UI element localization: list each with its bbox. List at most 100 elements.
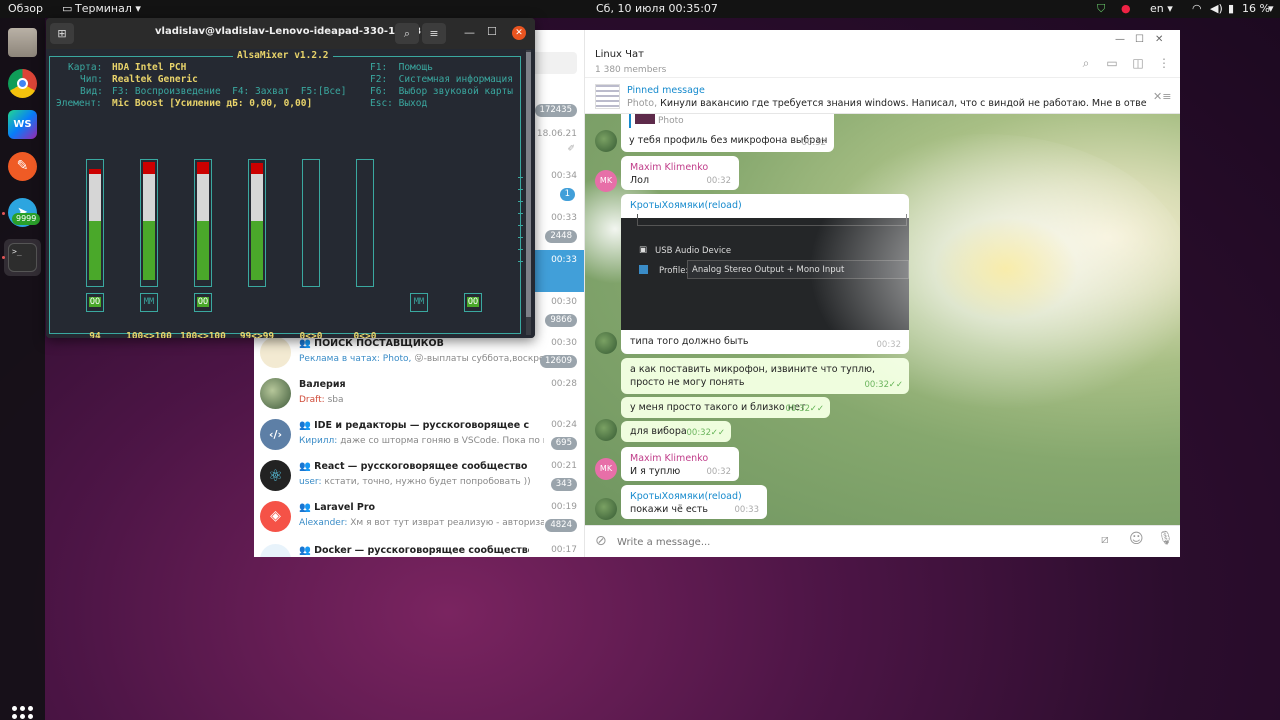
channel-mute-toggle[interactable]: OO (464, 293, 482, 312)
terminal-icon[interactable]: >_ (8, 243, 37, 272)
message-bubble[interactable]: КротыХоямяки(reload) ▣ USB Audio Device … (621, 194, 909, 354)
sender-name[interactable]: Maxim Klimenko (630, 162, 708, 173)
chat-title-text: Docker — русскоговорящее сообщество (314, 545, 529, 556)
battery-icon[interactable]: ▮ (1228, 2, 1234, 15)
attach-icon[interactable]: ⊘ (595, 533, 607, 549)
info-view-key: Вид: (80, 86, 103, 97)
chat-title: 👥 IDE и редакторы — русскоговорящее сооб… (299, 420, 529, 431)
chrome-tray-icon[interactable]: ● (1121, 2, 1131, 15)
emoji-icon[interactable]: ☺ (1129, 531, 1144, 547)
sender-name[interactable]: КротыХоямяки(reload) (630, 200, 742, 211)
chrome-icon[interactable] (8, 69, 37, 98)
chat-preview-sender: user: (299, 477, 322, 487)
volume-icon[interactable]: ◀) (1210, 2, 1223, 15)
message-bubble-outgoing[interactable]: у меня просто такого и близко нет 00:32 … (621, 397, 830, 418)
channel-mute-toggle[interactable]: OO (194, 293, 212, 312)
chat-row[interactable]: 👥 Docker — русскоговорящее сообщество 00… (254, 540, 584, 557)
message-input[interactable] (617, 532, 1077, 552)
maximize-button[interactable]: ☐ (1135, 34, 1144, 45)
message-bubble[interactable]: Maxim Klimenko Лол 00:32 (621, 156, 739, 190)
scroll-tick (518, 249, 523, 250)
microphone-icon[interactable]: 🎙 (1157, 531, 1174, 546)
alsamixer-screen[interactable]: AlsaMixer v1.2.2 Карта: HDA Intel PCH Чи… (46, 49, 535, 338)
scrollbar-thumb[interactable] (526, 52, 531, 317)
discussion-icon[interactable]: ▭ (1105, 56, 1119, 70)
message-area[interactable]: vladislav Photo у тебя профиль без микро… (585, 114, 1180, 525)
postman-icon[interactable]: ✎ (8, 152, 37, 181)
bot-commands-icon[interactable]: ⧄ (1101, 532, 1109, 547)
chat-row[interactable]: ⚛ 👥 React — русскоговорящее сообщество u… (254, 456, 584, 498)
running-indicator (2, 212, 5, 215)
sidebar-toggle-icon[interactable]: ◫ (1131, 56, 1145, 70)
app-menu-button[interactable]: Терминал ▾ (75, 2, 141, 15)
system-menu-chevron-icon[interactable]: ▾ (1268, 2, 1274, 15)
language-indicator[interactable]: en ▾ (1150, 2, 1173, 15)
chat-avatar: ‹/› (260, 419, 291, 450)
chat-time: 00:33 (551, 213, 577, 223)
scroll-tick (518, 189, 523, 190)
chat-row[interactable]: 👥 ПОИСК ПОСТАВЩИКОВ Реклама в чатах: Pho… (254, 333, 584, 375)
terminal-scrollbar[interactable] (526, 50, 531, 335)
sender-name[interactable]: Maxim Klimenko (630, 453, 708, 464)
channel-mute-toggle[interactable]: MM (410, 293, 428, 312)
unread-badge: 172435 (534, 104, 577, 117)
mute-state: OO (196, 297, 210, 307)
volume-level-segment (89, 174, 101, 221)
message-time: 00:32 (686, 428, 712, 438)
chat-title[interactable]: Linux Чат (595, 49, 644, 60)
volume-level-segment (251, 163, 263, 174)
channel-mute-toggle[interactable]: MM (140, 293, 158, 312)
message-time: 00:32 (876, 340, 902, 350)
reply-preview: vladislav Photo (629, 114, 684, 128)
chat-avatar (260, 544, 291, 557)
message-bubble-outgoing[interactable]: для вибора 00:32 ✓✓ (621, 421, 731, 442)
files-icon[interactable] (8, 28, 37, 57)
message-bubble[interactable]: Maxim Klimenko И я туплю 00:32 (621, 447, 739, 481)
terminal-app-icon: ▭ (62, 2, 73, 15)
new-tab-button[interactable]: ⊞ (50, 23, 74, 44)
channel-volume-bar[interactable] (248, 159, 266, 287)
channel-volume-bar[interactable] (194, 159, 212, 287)
chat-row[interactable]: Валерия Draft: sba 00:28 (254, 374, 584, 416)
chat-row[interactable]: ‹/› 👥 IDE и редакторы — русскоговорящее … (254, 415, 584, 457)
pinned-list-icon[interactable]: ✕≡ (1153, 90, 1171, 103)
sender-name[interactable]: КротыХоямяки(reload) (630, 491, 742, 502)
screenshot-image[interactable]: ▣ USB Audio Device Profile: Analog Stere… (621, 214, 909, 330)
shield-icon[interactable]: ⛉ (1097, 2, 1105, 16)
hamburger-menu-button[interactable]: ≡ (422, 23, 446, 44)
channel-volume-bar[interactable] (302, 159, 320, 287)
pinned-text: Photo, Кинули вакансию где требуется зна… (627, 98, 1147, 109)
chat-preview-text: 😜-выплаты суббота,воскресен... (414, 354, 544, 364)
close-button[interactable]: ✕ (512, 26, 526, 40)
unread-badge: 4824 (545, 519, 577, 532)
search-button[interactable]: ⌕ (395, 23, 419, 44)
pinned-message-bar[interactable]: Pinned message Photo, Кинули вакансию гд… (585, 78, 1180, 114)
message-bubble[interactable]: vladislav Photo у тебя профиль без микро… (621, 114, 834, 152)
activities-button[interactable]: Обзор (8, 2, 43, 15)
close-button[interactable]: ✕ (1155, 34, 1163, 45)
show-applications-icon[interactable] (12, 706, 33, 720)
channel-volume-bar[interactable] (140, 159, 158, 287)
chat-row[interactable]: ◈ 👥 Laravel Pro Alexander: Хм я вот тут … (254, 497, 584, 539)
search-icon[interactable]: ⌕ (1079, 56, 1093, 70)
maximize-button[interactable]: ☐ (487, 25, 497, 38)
message-bubble-outgoing[interactable]: а как поставить микрофон, извините что т… (621, 358, 909, 394)
webstorm-icon[interactable]: WS (8, 110, 37, 139)
channel-mute-toggle[interactable]: OO (86, 293, 104, 312)
minimize-button[interactable]: — (1115, 34, 1125, 45)
message-text: у меня просто такого и близко нет (630, 402, 806, 413)
chat-time: 00:34 (551, 171, 577, 181)
chat-preview-text: даже со шторма гоняю в VSCode. Пока по п… (340, 436, 544, 446)
chat-title-text: IDE и редакторы — русскоговорящее сообще… (314, 420, 529, 431)
message-bubble[interactable]: КротыХоямяки(reload) покажи чё есть 00:3… (621, 485, 767, 519)
clock[interactable]: Сб, 10 июля 00:35:07 (596, 2, 718, 15)
channel-volume-bar[interactable] (356, 159, 374, 287)
terminal-titlebar: ⊞ vladislav@vladislav-Lenovo-ideapad-330… (46, 18, 535, 49)
channel-volume-bar[interactable] (86, 159, 104, 287)
chat-title: 👥 React — русскоговорящее сообщество (299, 461, 529, 472)
pinned-thumbnail (595, 84, 620, 109)
more-menu-icon[interactable]: ⋮ (1157, 56, 1171, 70)
wifi-icon[interactable]: ◠ (1192, 2, 1202, 15)
chat-time: 00:21 (551, 461, 577, 471)
minimize-button[interactable]: — (464, 26, 475, 39)
